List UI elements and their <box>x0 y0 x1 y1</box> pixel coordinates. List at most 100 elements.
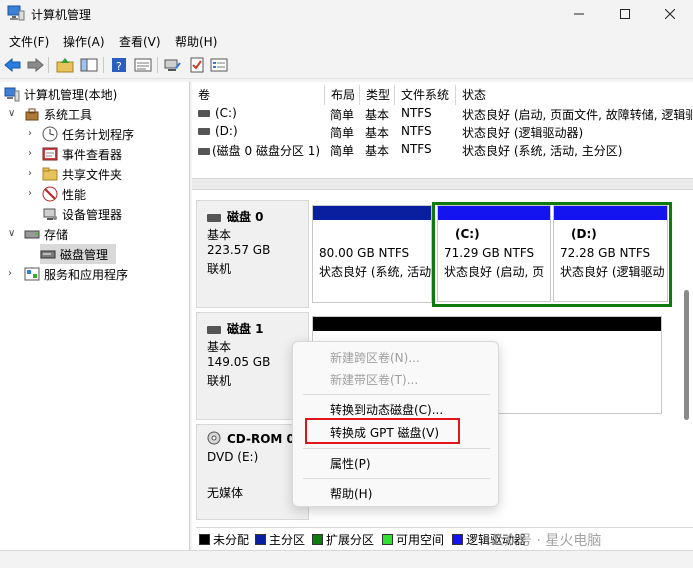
toolbar-separator <box>157 57 158 73</box>
minimize-icon <box>574 13 584 15</box>
maximize-button[interactable] <box>602 0 648 28</box>
tree-item-system-tools[interactable]: 系统工具 <box>24 104 92 124</box>
tree-item-label: 磁盘管理 <box>60 247 109 262</box>
disk-icon <box>207 211 221 225</box>
toolbar: ? <box>0 52 693 79</box>
partition-d[interactable]: (D:) 72.28 GB NTFS 状态良好 (逻辑驱动 <box>553 205 668 302</box>
disk-0-info[interactable]: 磁盘 0 基本 223.57 GB 联机 <box>196 200 309 308</box>
partition-system[interactable]: 80.00 GB NTFS 状态良好 (系统, 活动 <box>312 205 432 303</box>
logical-drive-bar <box>554 206 667 220</box>
tree-item-disk-management[interactable]: 磁盘管理 <box>40 244 116 264</box>
disk-icon <box>207 323 221 337</box>
properties-icon <box>134 58 152 72</box>
layout-cell: 简单 <box>330 108 355 122</box>
menu-item-convert-dynamic[interactable]: 转换到动态磁盘(C)... <box>330 401 443 418</box>
layout-cell: 简单 <box>330 126 355 140</box>
check-button[interactable] <box>187 56 207 74</box>
menu-file[interactable]: 文件(F) <box>9 33 49 50</box>
minimize-button[interactable] <box>556 0 602 28</box>
chevron-down-icon[interactable]: ∨ <box>8 228 15 239</box>
partition-label: (D:) <box>571 227 597 241</box>
tree-root-label: 计算机管理(本地) <box>24 87 118 102</box>
tree-item-event-viewer[interactable]: 事件查看器 <box>42 144 122 164</box>
legend-item: 主分区 <box>255 531 305 548</box>
table-row[interactable]: (D:) 简单 基本 NTFS 状态良好 (逻辑驱动器) <box>192 123 693 141</box>
chevron-right-icon[interactable]: › <box>28 148 32 159</box>
forward-arrow-icon <box>27 58 44 72</box>
disk-size: 223.57 GB <box>207 243 271 257</box>
device-manager-icon <box>42 206 58 222</box>
tree-item-label: 存储 <box>44 227 69 242</box>
tree-item-label: 服务和应用程序 <box>44 267 129 282</box>
menu-item-new-spanned-volume: 新建跨区卷(N)... <box>330 351 420 365</box>
table-row[interactable]: (C:) 简单 基本 NTFS 状态良好 (启动, 页面文件, 故障转储, 逻辑… <box>192 105 693 123</box>
performance-icon <box>42 186 58 202</box>
disk-size: 149.05 GB <box>207 355 271 369</box>
tree-item-services-apps[interactable]: 服务和应用程序 <box>24 264 128 284</box>
column-header-volume[interactable]: 卷 <box>192 85 325 105</box>
toolbar-separator <box>103 57 104 73</box>
event-viewer-icon <box>42 146 58 162</box>
chevron-right-icon[interactable]: › <box>8 268 12 279</box>
disk-type: 基本 <box>207 340 232 354</box>
chevron-right-icon[interactable]: › <box>28 128 32 139</box>
legend-item: 可用空间 <box>382 531 444 548</box>
table-row[interactable]: (磁盘 0 磁盘分区 1) 简单 基本 NTFS 状态良好 (系统, 活动, 主… <box>192 141 693 159</box>
disk-state: 联机 <box>207 374 232 388</box>
show-hide-tree-button[interactable] <box>79 56 99 74</box>
partition-size: 80.00 GB NTFS <box>319 246 410 260</box>
connect-button[interactable] <box>163 56 183 74</box>
computer-management-icon <box>7 5 25 21</box>
primary-partition-bar <box>313 206 431 220</box>
menu-separator <box>303 394 490 395</box>
pane-splitter[interactable] <box>192 178 693 190</box>
check-icon <box>190 57 204 73</box>
tree-item-task-scheduler[interactable]: 任务计划程序 <box>42 124 134 144</box>
menu-item-properties[interactable]: 属性(P) <box>330 455 371 472</box>
menu-action[interactable]: 操作(A) <box>63 33 105 50</box>
forward-button[interactable] <box>25 56 45 74</box>
chevron-down-icon[interactable]: ∨ <box>8 108 15 119</box>
up-folder-icon <box>56 58 74 73</box>
disk-name: 磁盘 0 <box>227 210 264 224</box>
type-cell: 基本 <box>365 108 390 122</box>
column-header-type[interactable]: 类型 <box>360 85 395 105</box>
menu-view[interactable]: 查看(V) <box>119 33 161 50</box>
partition-c[interactable]: (C:) 71.29 GB NTFS 状态良好 (启动, 页 <box>437 205 551 302</box>
type-cell: 基本 <box>365 126 390 140</box>
tree-root[interactable]: 计算机管理(本地) <box>4 84 117 104</box>
chevron-right-icon[interactable]: › <box>28 168 32 179</box>
tree-item-label: 事件查看器 <box>62 147 123 162</box>
tree-item-shared-folders[interactable]: 共享文件夹 <box>42 164 122 184</box>
up-button[interactable] <box>55 56 75 74</box>
column-header-status[interactable]: 状态 <box>456 85 693 105</box>
chevron-right-icon[interactable]: › <box>28 188 32 199</box>
column-header-filesystem[interactable]: 文件系统 <box>395 85 456 105</box>
close-icon <box>665 9 675 19</box>
tree-item-storage[interactable]: 存储 <box>24 224 68 244</box>
partition-status: 状态良好 (逻辑驱动 <box>560 265 665 279</box>
menu-item-help[interactable]: 帮助(H) <box>330 485 372 502</box>
close-button[interactable] <box>647 0 693 28</box>
unallocated-bar <box>313 317 661 331</box>
column-header-layout[interactable]: 布局 <box>325 85 360 105</box>
partition-size: 71.29 GB NTFS <box>444 246 535 260</box>
menu-help[interactable]: 帮助(H) <box>175 33 217 50</box>
properties-button[interactable] <box>133 56 153 74</box>
svg-text:?: ? <box>116 60 122 73</box>
vertical-scrollbar[interactable] <box>684 290 689 420</box>
tree-item-performance[interactable]: 性能 <box>42 184 86 204</box>
status-cell: 状态良好 (启动, 页面文件, 故障转储, 逻辑驱 <box>462 108 692 122</box>
partition-size: 72.28 GB NTFS <box>560 246 651 260</box>
tree-item-device-manager[interactable]: 设备管理器 <box>42 204 122 224</box>
shared-folder-icon <box>42 166 58 182</box>
list-button[interactable] <box>209 56 229 74</box>
tree-item-label: 系统工具 <box>44 107 93 122</box>
title-bar: 计算机管理 <box>0 0 693 28</box>
back-button[interactable] <box>3 56 23 74</box>
navigation-tree: 计算机管理(本地) ∨ 系统工具 › 任务计划程序 › 事件查看器 › 共享文件… <box>0 82 190 568</box>
disk-name: 磁盘 1 <box>227 322 264 336</box>
help-button[interactable]: ? <box>109 56 129 74</box>
help-icon: ? <box>112 58 126 73</box>
services-icon <box>24 266 40 282</box>
